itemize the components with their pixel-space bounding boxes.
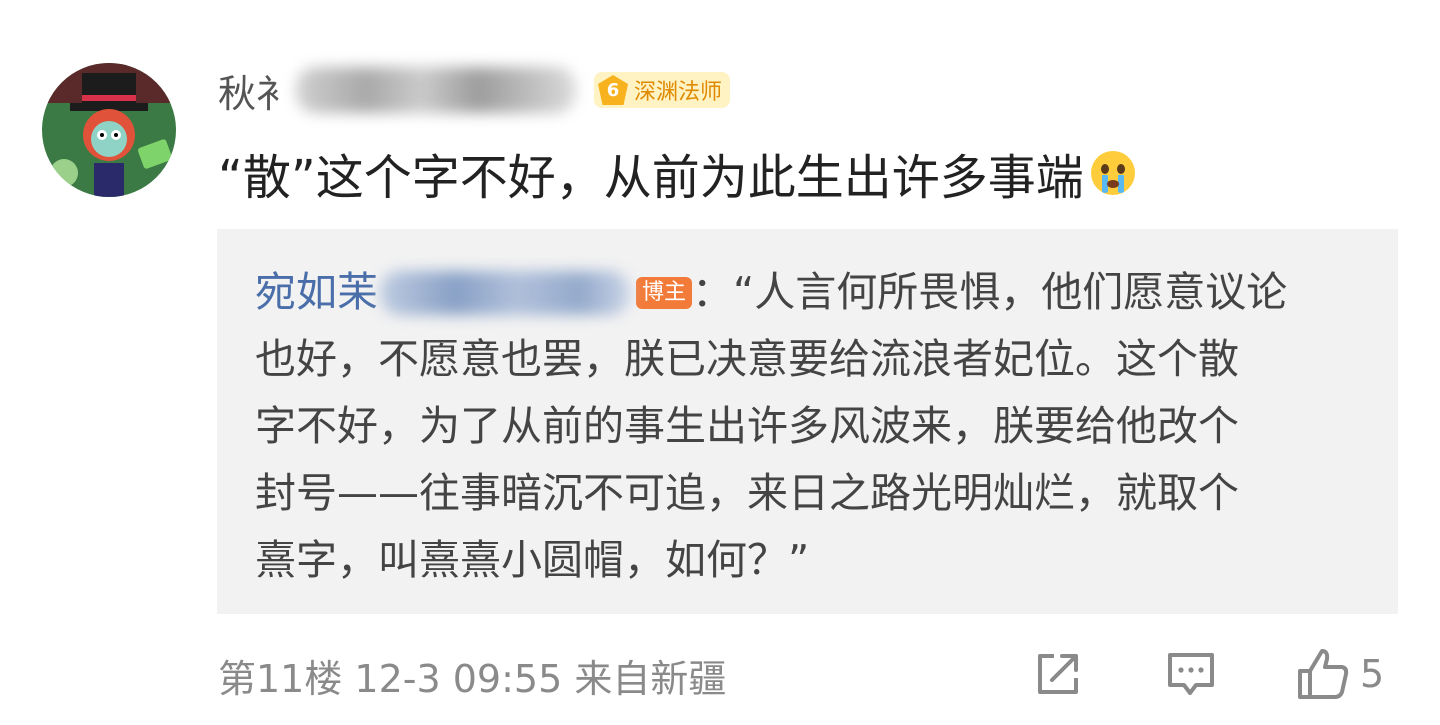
comment-body: “散”这个字不好，从前为此生出许多事端 bbox=[218, 138, 1138, 208]
blogger-badge: 博主 bbox=[636, 276, 693, 309]
username[interactable]: 秋衤 bbox=[218, 63, 294, 118]
redacted-username bbox=[296, 67, 577, 113]
comment-header: 秋衤 6 深渊法师 bbox=[218, 62, 731, 118]
thumbs-up-icon bbox=[1298, 649, 1349, 699]
like-count: 5 bbox=[1360, 652, 1385, 696]
quote-line-5: 熹字，叫熹熹小圆帽，如何？” bbox=[255, 536, 810, 584]
share-button[interactable] bbox=[1034, 648, 1082, 700]
avatar[interactable] bbox=[42, 63, 176, 197]
crying-face-emoji-icon bbox=[1090, 151, 1135, 195]
quoted-reply[interactable]: 宛如苿 博主 ： “人言何所畏惧，他们愿意议论 也好，不愿意也罢，朕已决意要给流… bbox=[217, 229, 1398, 614]
quote-line-2: 也好，不愿意也罢，朕已决意要给流浪者妃位。这个散 bbox=[255, 335, 1239, 383]
level-title: 深渊法师 bbox=[634, 80, 723, 105]
quote-first-line: 宛如苿 博主 ： “人言何所畏惧，他们愿意议论 bbox=[255, 259, 1365, 326]
like-button[interactable]: 5 bbox=[1296, 648, 1384, 700]
comment-icon bbox=[1168, 653, 1214, 695]
quote-separator: ： bbox=[692, 268, 734, 316]
level-gem-icon: 6 bbox=[598, 75, 629, 105]
quote-line-3: 字不好，为了从前的事生出许多风波来，朕要给他改个 bbox=[255, 402, 1239, 450]
quote-line-1: “人言何所畏惧，他们愿意议论 bbox=[733, 268, 1288, 316]
comment-meta: 第11楼 12-3 09:55 来自新疆 bbox=[218, 657, 727, 701]
quote-line-4: 封号——往事暗沉不可追，来日之路光明灿烂，就取个 bbox=[255, 469, 1239, 517]
redacted-quote-author bbox=[380, 270, 630, 315]
quote-author-name[interactable]: 宛如苿 bbox=[255, 259, 378, 326]
share-icon bbox=[1038, 654, 1078, 694]
comment-text: “散”这个字不好，从前为此生出许多事端 bbox=[218, 150, 1084, 206]
user-level-badge[interactable]: 6 深渊法师 bbox=[594, 72, 731, 108]
comment-button[interactable] bbox=[1166, 648, 1216, 700]
